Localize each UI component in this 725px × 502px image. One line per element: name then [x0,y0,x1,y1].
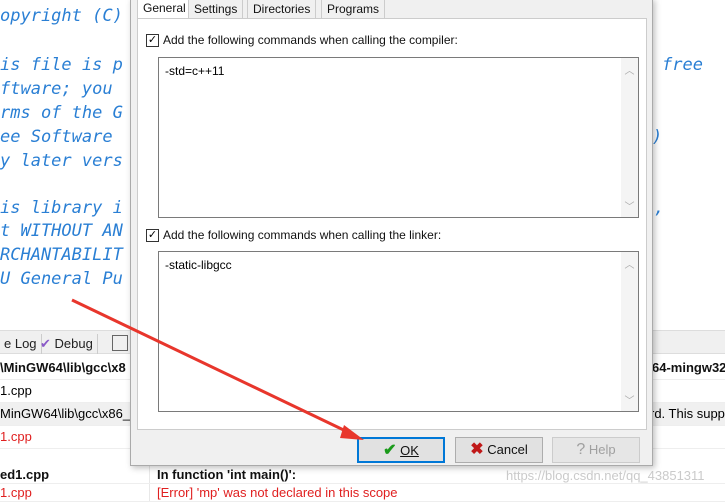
ok-button[interactable]: ✔ OK [357,437,445,463]
editor-fragment: , [654,198,665,218]
editor-line: is file is p [0,55,123,75]
editor-line: is library i [0,198,123,218]
editor-line: ftware; you [0,79,113,99]
x-icon: ✖ [470,441,484,458]
editor-line: U General Pu [0,269,123,289]
help-label: Help [588,442,616,457]
linker-commands-value: -static-libgcc [165,258,232,272]
row-file: 1.cpp [0,380,150,402]
compiler-commands-textarea[interactable]: -std=c++11 ︿ ﹀ [158,57,639,218]
editor-line: ee Software [0,127,113,147]
tab-debug[interactable]: ✔ Debug [36,334,98,354]
ok-label: OK [400,443,419,458]
row-message: rd. This supp [650,406,725,421]
cancel-button[interactable]: ✖ Cancel [455,437,543,463]
tab-general[interactable]: General [137,0,192,19]
linker-commands-checkbox[interactable]: ✓ [146,229,159,242]
debug-check-icon: ✔ [40,336,51,351]
scroll-up-icon: ︿ [624,66,635,77]
compiler-commands-checkbox[interactable]: ✓ [146,34,159,47]
linker-commands-textarea[interactable]: -static-libgcc ︿ ﹀ [158,251,639,412]
tab-programs[interactable]: Programs [321,0,386,18]
tab-settings[interactable]: Settings [188,0,244,18]
editor-line: t WITHOUT AN [0,221,123,241]
row-file: 1.cpp [0,426,150,448]
compiler-commands-value: -std=c++11 [165,64,225,78]
editor-line: opyright (C) [0,6,123,26]
find-results-icon[interactable] [112,335,128,351]
editor-line: RCHANTABILIT [0,245,123,265]
watermark: https://blog.csdn.net/qq_43851311 [506,468,705,483]
tab-debug-label: Debug [54,336,93,351]
row-message: [Error] 'mp' was not declared in this sc… [157,485,398,500]
editor-line: rms of the G [0,103,123,123]
editor-fragment: free [662,55,703,75]
scrollbar[interactable]: ︿ ﹀ [621,252,638,411]
check-icon: ✔ [383,442,397,459]
help-button[interactable]: ? Help [552,437,640,463]
row-file: 1.cpp [0,484,150,501]
table-row[interactable]: 1.cpp [Error] 'mp' was not declared in th… [0,484,725,502]
row-file: MinGW64\lib\gcc\x86_ [0,403,150,425]
question-icon: ? [576,441,586,458]
scroll-up-icon: ︿ [624,260,635,271]
general-tab-page: ✓ Add the following commands when callin… [137,18,647,430]
cancel-label: Cancel [487,442,528,457]
row-file: \MinGW64\lib\gcc\x8 [0,357,150,379]
tab-directories[interactable]: Directories [247,0,317,18]
editor-fragment: ) [652,127,663,147]
scroll-down-icon: ﹀ [624,396,635,407]
row-file: ed1.cpp [0,466,150,483]
linker-commands-label: Add the following commands when calling … [163,228,442,242]
row-message: In function 'int main()': [157,467,297,482]
scrollbar[interactable]: ︿ ﹀ [621,58,638,217]
row-message: 64-mingw32 [652,360,725,375]
scroll-down-icon: ﹀ [624,202,635,213]
editor-line: y later vers [0,151,123,171]
compiler-commands-label: Add the following commands when calling … [163,33,458,47]
compiler-options-dialog: General Settings Directories Programs ✓ … [130,0,653,466]
